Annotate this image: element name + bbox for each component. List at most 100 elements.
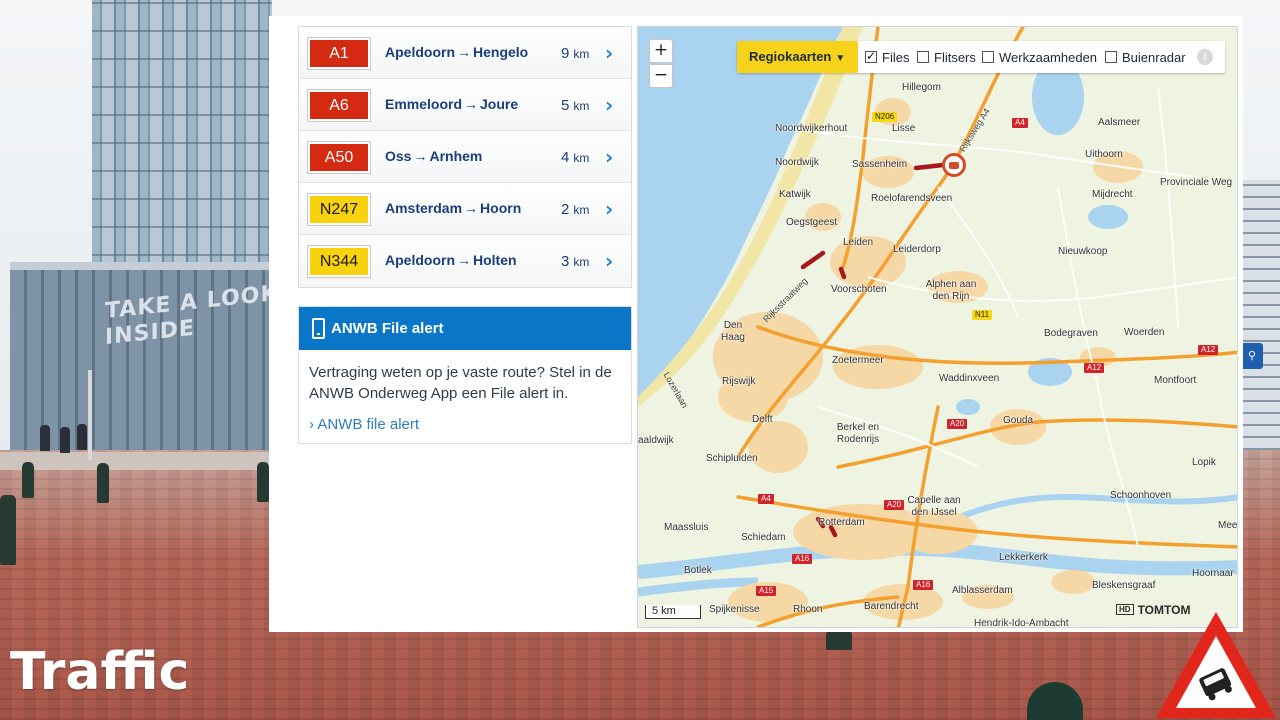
- zoom-in-button[interactable]: +: [649, 39, 673, 63]
- hd-badge: HD: [1116, 604, 1134, 615]
- file-alert-box: ANWB File alert Vertraging weten op je v…: [298, 306, 632, 444]
- file-alert-body: Vertraging weten op je vaste route? Stel…: [299, 350, 631, 435]
- route-arrow-icon: →: [464, 96, 479, 112]
- distance-unit: km: [573, 47, 590, 61]
- chevron-right-icon[interactable]: ›: [605, 145, 613, 169]
- bike-sign-icon: ⚲: [1241, 343, 1263, 369]
- bollard: [22, 462, 34, 498]
- place-label: Alphen aan den Rijn: [925, 279, 977, 302]
- chevron-right-icon[interactable]: ›: [605, 249, 613, 273]
- curb: [0, 452, 270, 470]
- regiokaarten-label: Regiokaarten: [749, 49, 832, 64]
- pedestrian: [77, 424, 87, 450]
- route-to: Hengelo: [473, 44, 529, 60]
- route-to: Joure: [480, 96, 519, 112]
- layer-label: Buienradar: [1122, 50, 1186, 65]
- checkbox-icon[interactable]: [917, 51, 929, 63]
- map-toolbar: Regiokaarten▼ Files Flitsers Werkzaamhed…: [737, 41, 1225, 73]
- place-label: Noordwijk: [775, 157, 819, 168]
- road-tag: A15: [756, 586, 777, 596]
- place-label: Rhoon: [793, 604, 823, 615]
- road-tag: A12: [1084, 363, 1105, 373]
- route-item[interactable]: N247 Amsterdam → Hoorn 2 km ›: [299, 183, 631, 235]
- route-from: Apeldoorn: [385, 44, 455, 60]
- chevron-right-icon[interactable]: ›: [605, 197, 613, 221]
- chevron-right-icon[interactable]: ›: [605, 41, 613, 65]
- place-label: Oegstgeest: [786, 217, 838, 228]
- route-from: Emmeloord: [385, 96, 463, 112]
- place-label: Katwijk: [779, 189, 811, 200]
- route-name: Emmeloord → Joure: [385, 96, 518, 112]
- route-item[interactable]: N344 Apeldoorn → Holten 3 km ›: [299, 235, 631, 287]
- place-label: Rijswijk: [722, 376, 756, 387]
- place-label: Botlek: [684, 565, 712, 576]
- route-from: Apeldoorn: [385, 252, 455, 268]
- place-label: Zoetermeer: [832, 355, 884, 366]
- road-badge: A6: [307, 89, 371, 122]
- place-label: Nieuwkoop: [1058, 246, 1108, 257]
- distance-value: 9: [561, 45, 570, 62]
- place-label: Den Haag: [721, 320, 745, 343]
- traffic-incident-icon[interactable]: [942, 153, 966, 177]
- place-label: Waddinxveen: [939, 373, 1000, 384]
- route-distance: 4 km: [561, 149, 589, 166]
- checkbox-icon[interactable]: [1105, 51, 1117, 63]
- route-arrow-icon: →: [457, 44, 471, 60]
- layer-label: Werkzaamheden: [999, 50, 1098, 65]
- checkbox-icon[interactable]: [982, 51, 994, 63]
- road-badge: A50: [307, 141, 371, 174]
- layer-toggle-werkzaamheden[interactable]: Werkzaamheden: [982, 50, 1097, 65]
- place-label: Hillegom: [902, 82, 941, 93]
- place-label: Schiedam: [741, 532, 786, 543]
- place-label: Hendrik-Ido-Ambacht: [974, 618, 1069, 628]
- street-lamp: [88, 370, 92, 460]
- layer-toggle-files[interactable]: Files: [865, 49, 910, 65]
- slide-caption: Traffic: [10, 642, 190, 702]
- road-badge: N247: [307, 193, 371, 226]
- checkbox-icon[interactable]: [865, 49, 877, 63]
- road-tag: N11: [972, 310, 993, 320]
- layer-toggle-buienradar[interactable]: Buienradar: [1105, 50, 1186, 65]
- place-label: Montfoort: [1154, 375, 1197, 386]
- place-label: Bodegraven: [1044, 328, 1098, 339]
- route-name: Apeldoorn → Hengelo: [385, 44, 528, 60]
- route-to: Holten: [473, 252, 517, 268]
- distance-unit: km: [573, 255, 590, 269]
- zoom-out-button[interactable]: −: [649, 64, 673, 88]
- slippery-road-warning-icon: [1156, 612, 1276, 718]
- pedestrian: [40, 425, 50, 451]
- layer-toggle-flitsers[interactable]: Flitsers: [917, 50, 976, 65]
- place-label: Bleskensgraaf: [1092, 580, 1156, 591]
- road-badge: A1: [307, 37, 371, 70]
- place-label: Schipluiden: [706, 453, 758, 464]
- route-distance: 3 km: [561, 253, 589, 270]
- distance-value: 5: [561, 97, 570, 114]
- place-label: Alblasserdam: [952, 585, 1013, 596]
- traffic-map[interactable]: N206 A4 N11 A12 A12 A20 A20 A4 A16 A15 A…: [637, 26, 1238, 628]
- road-tag: A4: [758, 494, 774, 504]
- file-alert-title: ANWB File alert: [331, 320, 444, 337]
- regiokaarten-dropdown[interactable]: Regiokaarten ▼: [737, 41, 858, 73]
- place-label: Berkel en Rodenrijs: [836, 422, 880, 445]
- bollard: [97, 463, 109, 503]
- place-label: Roelofarendsveen: [871, 193, 953, 204]
- layer-label: Files: [882, 50, 910, 65]
- place-label: Sassenheim: [852, 159, 908, 170]
- info-icon[interactable]: i: [1197, 49, 1213, 65]
- place-label: Hoornaar: [1192, 568, 1234, 579]
- distance-unit: km: [573, 203, 590, 217]
- file-alert-link[interactable]: › ANWB file alert: [309, 414, 621, 435]
- route-item[interactable]: A50 Oss → Arnhem 4 km ›: [299, 131, 631, 183]
- place-label: Noordwijkerhout: [775, 123, 848, 134]
- route-distance: 2 km: [561, 201, 589, 218]
- file-alert-text: Vertraging weten op je vaste route? Stel…: [309, 364, 612, 402]
- chevron-right-icon[interactable]: ›: [605, 93, 613, 117]
- place-label: Mijdrecht: [1092, 189, 1133, 200]
- bollard: [826, 630, 852, 650]
- place-label: Aalsmeer: [1098, 117, 1141, 128]
- route-item[interactable]: A6 Emmeloord → Joure 5 km ›: [299, 79, 631, 131]
- distance-value: 2: [561, 201, 570, 218]
- map-scale: 5 km: [645, 605, 701, 619]
- route-item[interactable]: A1 Apeldoorn → Hengelo 9 km ›: [299, 27, 631, 79]
- place-label: Lekkerkerk: [999, 552, 1048, 563]
